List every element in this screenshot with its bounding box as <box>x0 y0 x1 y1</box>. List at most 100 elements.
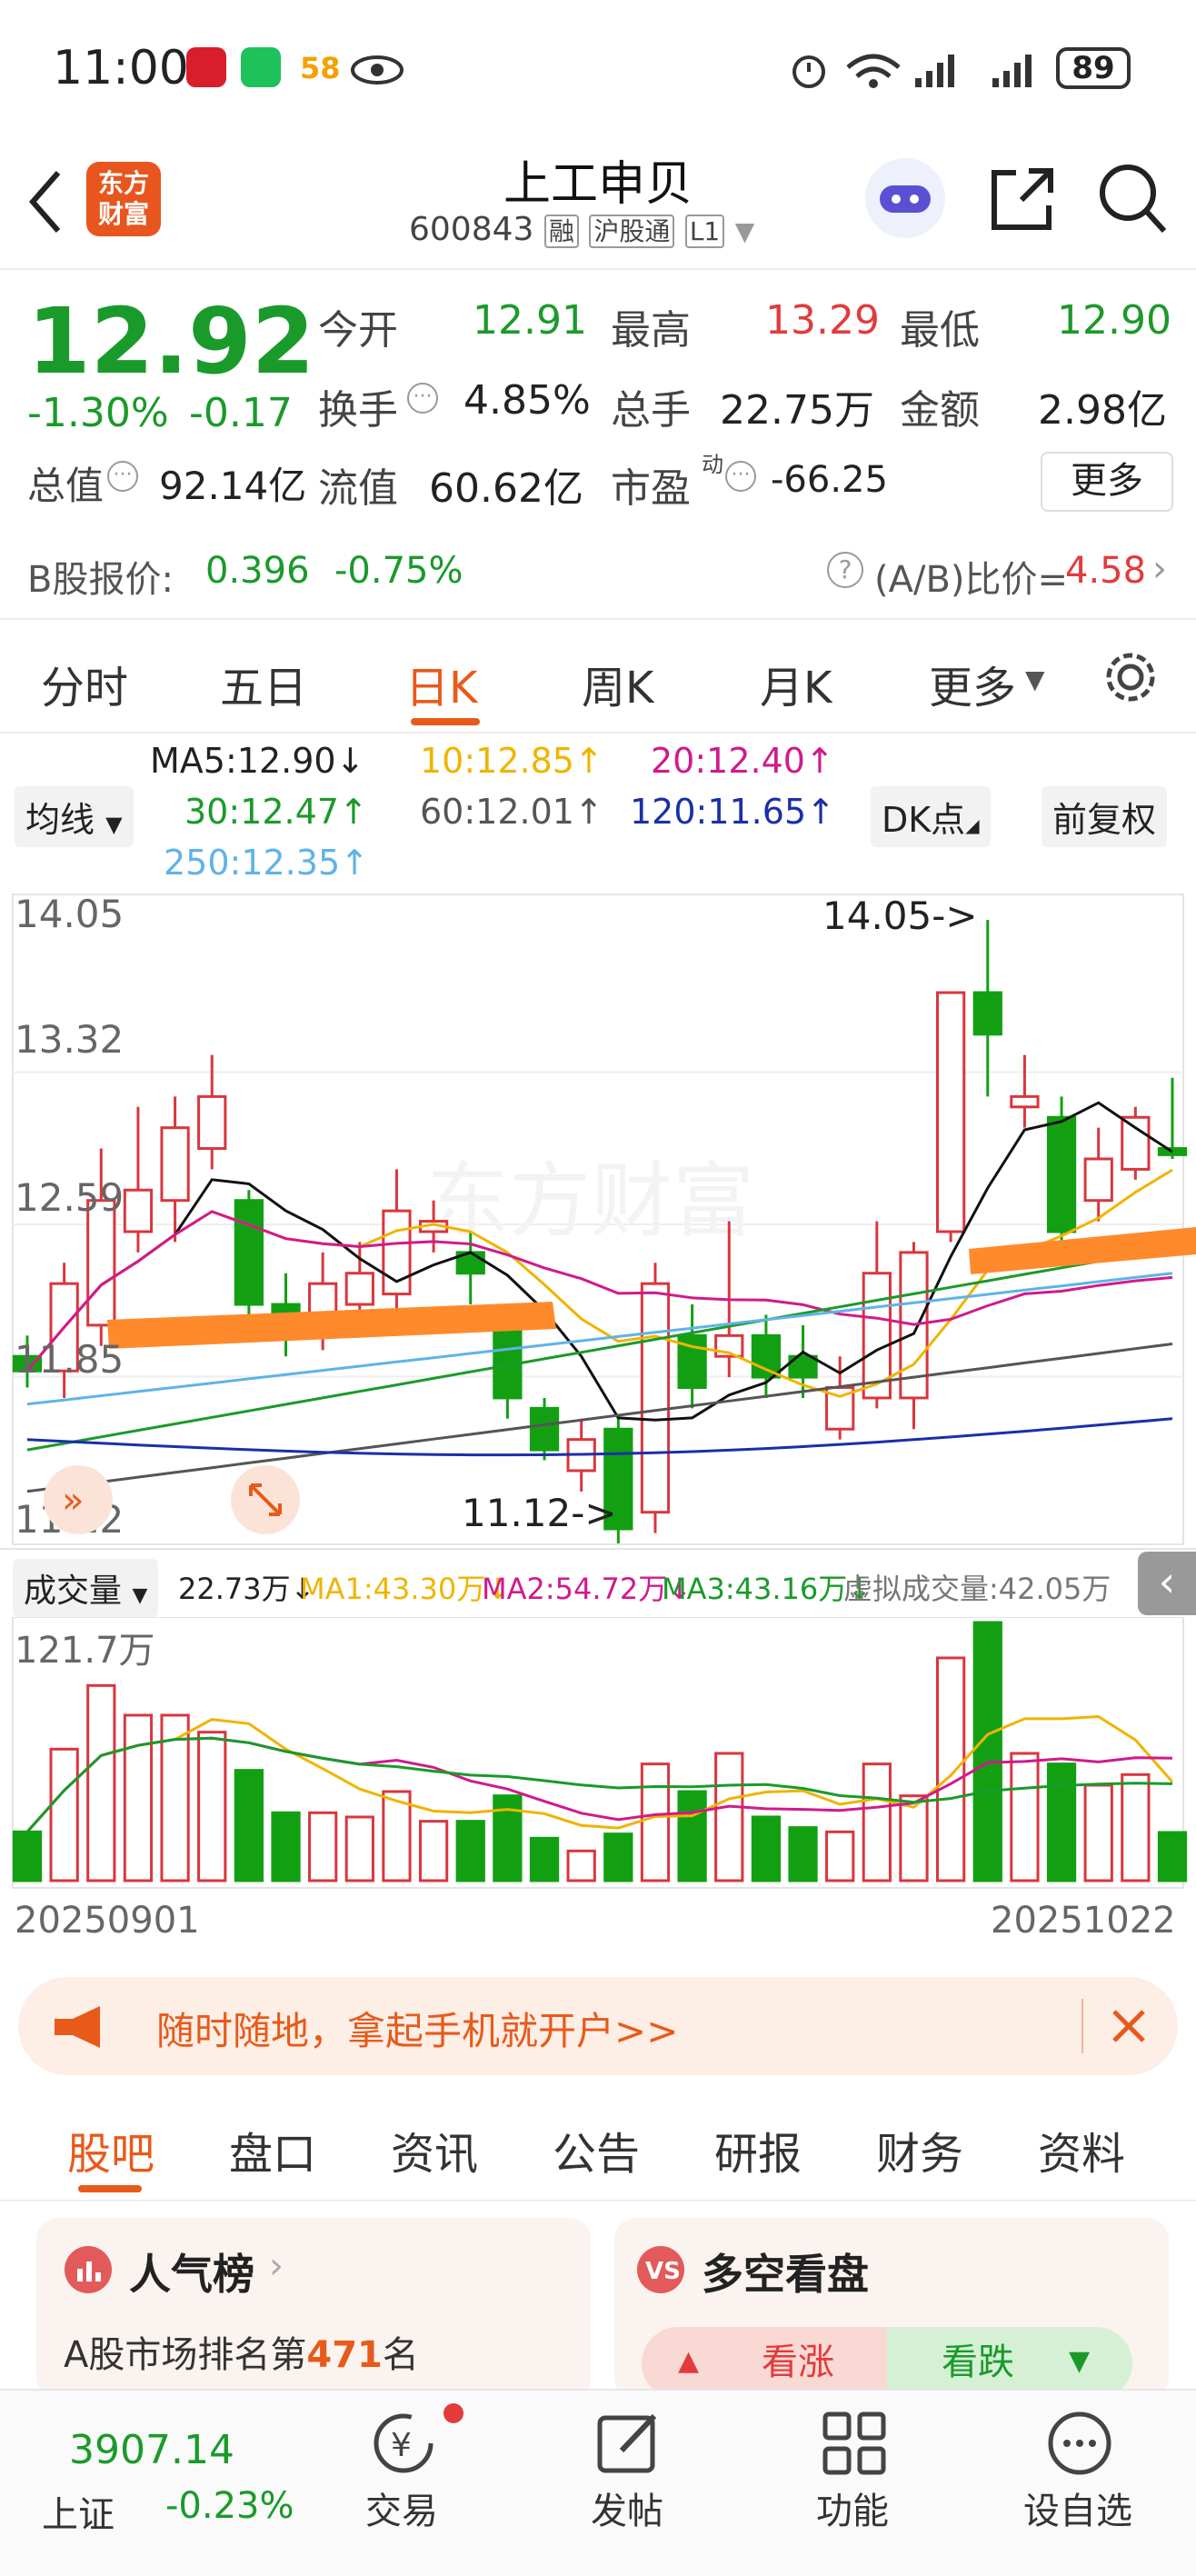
open-label: 今开 <box>318 307 398 354</box>
kline-chart[interactable]: 东方财富 14.05 13.32 12.59 11.85 11.12 14.05… <box>0 893 1196 1547</box>
more-dots-icon <box>1048 2411 1111 2475</box>
volume-bar <box>1083 1783 1113 1882</box>
tab-guba[interactable]: 股吧 <box>67 2118 154 2182</box>
volume-ma3: MA3:43.16万↓ <box>662 1572 872 1606</box>
info-tab-indicator <box>78 2185 142 2192</box>
wechat-icon <box>241 47 281 87</box>
robot-assistant-icon[interactable] <box>863 156 947 240</box>
close-icon[interactable] <box>1109 2006 1149 2046</box>
tab-research[interactable]: 研报 <box>714 2118 802 2182</box>
popularity-card[interactable]: 人气榜 › A股市场排名第471名 <box>36 2218 591 2400</box>
volume-bar <box>455 1820 485 1882</box>
tab-weekly-k[interactable]: 周K <box>582 652 653 715</box>
ma60-value: 60:12.01↑ <box>420 792 603 832</box>
volume-current: 22.73万↓ <box>178 1572 315 1606</box>
nav-functions[interactable]: 功能 <box>762 2391 943 2572</box>
chevron-right-icon[interactable]: › <box>1152 548 1167 590</box>
date-end: 20251022 <box>991 1900 1176 1942</box>
volume-bar <box>714 1752 744 1882</box>
vote-up-label: 看涨 <box>762 2341 834 2383</box>
info-dots-icon[interactable]: ··· <box>107 461 138 492</box>
tab-intraday[interactable]: 分时 <box>41 652 128 715</box>
b-share-price: 0.396 <box>205 550 310 592</box>
tag-hk-connect: 沪股通 <box>589 215 675 248</box>
more-button[interactable]: 更多 <box>1041 452 1173 512</box>
back-arrow-icon[interactable] <box>25 165 65 238</box>
yen-exchange-icon: ¥ <box>374 2413 434 2473</box>
index-ticker[interactable]: 3907.14 上证 -0.23% <box>18 2391 309 2572</box>
tab-five-day[interactable]: 五日 <box>220 652 307 715</box>
nav-post-label: 发帖 <box>591 2491 663 2532</box>
info-dots-icon[interactable]: ··· <box>407 383 438 414</box>
vote-down-label: 看跌 <box>942 2341 1014 2383</box>
volume-caret-icon: ▼ <box>132 1584 148 1607</box>
tab-news[interactable]: 资讯 <box>391 2118 478 2182</box>
ma-selector[interactable]: 均线 ▼ <box>15 786 134 847</box>
search-icon[interactable] <box>1095 160 1168 236</box>
volume-bar <box>677 1790 707 1882</box>
ma30-value: 30:12.47↑ <box>184 792 368 832</box>
ab-ratio-value: 4.58 <box>1065 550 1147 592</box>
low-marker-label: 11.12-> <box>462 1491 617 1535</box>
y-tick-label: 11.85 <box>15 1337 124 1382</box>
volume-bar <box>12 1830 43 1882</box>
volume-bar <box>825 1830 855 1882</box>
volume-selector-label: 成交量 <box>24 1573 123 1610</box>
volume-bar <box>49 1747 79 1882</box>
stock-name: 上工申贝 <box>503 157 693 212</box>
turnover-label: 换手 <box>318 387 398 434</box>
index-change: -0.23% <box>165 2485 294 2527</box>
stock-code: 600843 <box>409 211 534 248</box>
tab-daily-k[interactable]: 日K <box>405 652 477 715</box>
bull-bear-card[interactable]: VS 多空看盘 ▲ 看涨 看跌 ▼ <box>614 2218 1169 2400</box>
alarm-icon <box>792 55 825 88</box>
cards-row: 人气榜 › A股市场排名第471名 VS 多空看盘 ▲ 看涨 看跌 ▼ <box>0 2209 1196 2400</box>
volume-bar <box>935 1656 966 1882</box>
ma5-value: MA5:12.90↓ <box>150 741 365 781</box>
share-icon[interactable] <box>989 162 1054 235</box>
tab-monthly-k[interactable]: 月K <box>760 652 832 715</box>
chart-tabs: 分时 五日 日K 周K 月K 更多 ▼ <box>0 623 1196 734</box>
rank-number: 471 <box>306 2334 383 2376</box>
question-icon[interactable]: ? <box>827 552 863 588</box>
info-dots-icon[interactable]: ··· <box>725 461 756 492</box>
volume-bar <box>1121 1772 1151 1882</box>
ma20-value: 20:12.40↑ <box>651 741 834 781</box>
y-tick-label: 12.59 <box>15 1175 124 1220</box>
tab-announcements[interactable]: 公告 <box>553 2118 640 2182</box>
adjust-button[interactable]: 前复权 <box>1042 786 1168 847</box>
volume-ma1: MA1:43.30万↓ <box>300 1572 511 1606</box>
volume-selector[interactable]: 成交量 ▼ <box>13 1559 159 1617</box>
index-value: 3907.14 <box>69 2427 234 2473</box>
volume-bar <box>972 1621 1002 1882</box>
low-value: 12.90 <box>1057 297 1171 344</box>
tab-more[interactable]: 更多 <box>929 652 1016 715</box>
open-account-banner[interactable]: 随时随地，拿起手机就开户>> <box>18 1977 1178 2075</box>
volume-bar <box>788 1826 818 1882</box>
change-amount: -0.17 <box>189 390 293 436</box>
tab-more-caret-icon[interactable]: ▼ <box>1025 664 1045 694</box>
dropdown-caret-icon[interactable]: ▼ <box>735 216 755 246</box>
ma-selector-label: 均线 <box>25 800 95 840</box>
nav-trade[interactable]: ¥ 交易 <box>311 2391 493 2572</box>
nav-post[interactable]: 发帖 <box>536 2391 718 2572</box>
battery-indicator: 89 <box>1056 47 1131 89</box>
nav-watchlist[interactable]: 设自选 <box>987 2391 1169 2572</box>
volume-bar <box>234 1769 264 1882</box>
volume-bar <box>751 1815 782 1882</box>
eastmoney-logo[interactable]: 东方 财富 <box>86 162 161 236</box>
collapse-panel-button[interactable]: ‹ <box>1138 1552 1196 1615</box>
b-share-row: B股报价: 0.396 -0.75% ? (A/B)比价= 4.58 › <box>0 523 1196 620</box>
vs-icon: VS <box>637 2246 684 2293</box>
tab-finance[interactable]: 财务 <box>876 2118 963 2182</box>
tab-profile[interactable]: 资料 <box>1038 2118 1125 2182</box>
nav-bar: 东方 财富 上工申贝 600843 融 沪股通 L1 ▼ <box>0 136 1196 270</box>
amount-value: 2.98亿 <box>1038 387 1167 434</box>
settings-gear-icon[interactable] <box>1101 648 1160 706</box>
active-tab-indicator <box>411 718 480 725</box>
tab-pankou[interactable]: 盘口 <box>229 2118 316 2182</box>
dk-point-button[interactable]: DK点◢ <box>871 786 991 847</box>
volume-chart[interactable]: 121.7万 <box>0 1617 1196 1890</box>
status-time: 11:00 <box>53 41 189 95</box>
volume-bar <box>529 1836 560 1882</box>
